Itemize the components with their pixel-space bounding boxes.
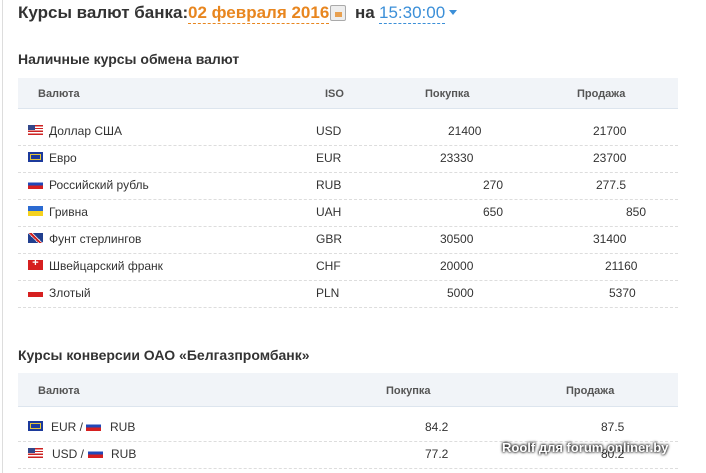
table-row: Швейцарский франк CHF 20000 21160 [18,253,678,281]
time-select[interactable]: 15:30:00 [379,3,446,24]
table-row: Гривна UAH 650 850 [18,199,678,227]
sell-rate: 850 [626,205,647,219]
sell-rate: 5370 [609,286,636,300]
table-row: Евро EUR 23330 23700 [18,145,678,173]
table-row: EUR / RUB 84.2 87.5 [18,414,678,442]
time-label: на [355,3,375,22]
buy-rate: 30500 [440,232,474,246]
buy-rate: 5000 [447,286,474,300]
currency-name: Фунт стерлингов [49,232,142,246]
currency-name: Злотый [49,286,91,300]
table-row: Фунт стерлингов GBR 30500 31400 [18,226,678,254]
left-border [2,0,3,473]
buy-rate: 84.2 [425,420,449,434]
currency-from: EUR / [51,420,84,434]
conversion-table-header: Валюта Покупка Продажа [18,373,678,407]
flag-icon [88,448,103,458]
currency-name: Доллар США [49,124,123,138]
buy-rate: 23330 [440,151,474,165]
col-buy: Покупка [386,385,431,397]
buy-rate: 77.2 [425,447,449,461]
calendar-icon[interactable] [330,5,346,21]
currency-iso: USD [316,124,342,138]
buy-rate: 270 [483,178,504,192]
sell-rate: 87.5 [601,420,625,434]
flag-icon [28,206,43,216]
currency-iso: EUR [316,151,342,165]
buy-rate: 21400 [448,124,482,138]
currency-name: Швейцарский франк [49,259,163,273]
col-iso: ISO [325,88,344,100]
flag-icon [28,421,43,431]
currency-to: RUB [111,447,137,461]
currency-name: Евро [49,151,77,165]
col-buy: Покупка [425,88,470,100]
sell-rate: 277.5 [596,178,627,192]
flag-icon [28,125,43,135]
col-currency: Валюта [38,88,80,100]
watermark: Roolf для forum.onliner.by [502,440,669,455]
currency-iso: CHF [316,259,341,273]
cash-rates-title: Наличные курсы обмена валют [18,51,240,67]
currency-iso: GBR [316,232,343,246]
buy-rate: 650 [483,205,504,219]
flag-icon [86,421,101,431]
currency-name: Гривна [49,205,88,219]
flag-icon [28,233,43,243]
currency-to: RUB [110,420,136,434]
col-sell: Продажа [577,88,626,100]
conversion-rates-title: Курсы конверсии ОАО «Белгазпромбанк» [18,347,310,363]
flag-icon [28,448,43,458]
date-picker[interactable]: 02 февраля 2016 [188,3,330,24]
currency-iso: RUB [316,178,342,192]
table-row: Российский рубль RUB 270 277.5 [18,172,678,200]
currency-from: USD / [52,447,85,461]
sell-rate: 21700 [593,124,627,138]
currency-iso: UAH [316,205,342,219]
col-sell: Продажа [566,385,615,397]
currency-name: Российский рубль [49,178,149,192]
col-currency: Валюта [38,385,80,397]
currency-iso: PLN [316,286,340,300]
sell-rate: 23700 [593,151,627,165]
flag-icon [28,179,43,189]
sell-rate: 21160 [605,259,638,273]
flag-icon [28,287,43,297]
table-row: Доллар США USD 21400 21700 [18,118,678,146]
table-row: Злотый PLN 5000 5370 [18,280,678,308]
buy-rate: 20000 [440,259,474,273]
flag-icon [28,152,43,162]
sell-rate: 31400 [593,232,627,246]
page-title: Курсы валют банка: [18,3,189,22]
flag-icon [28,257,43,270]
cash-table-header: Валюта ISO Покупка Продажа [18,78,678,109]
dropdown-arrow-icon[interactable] [449,10,457,15]
